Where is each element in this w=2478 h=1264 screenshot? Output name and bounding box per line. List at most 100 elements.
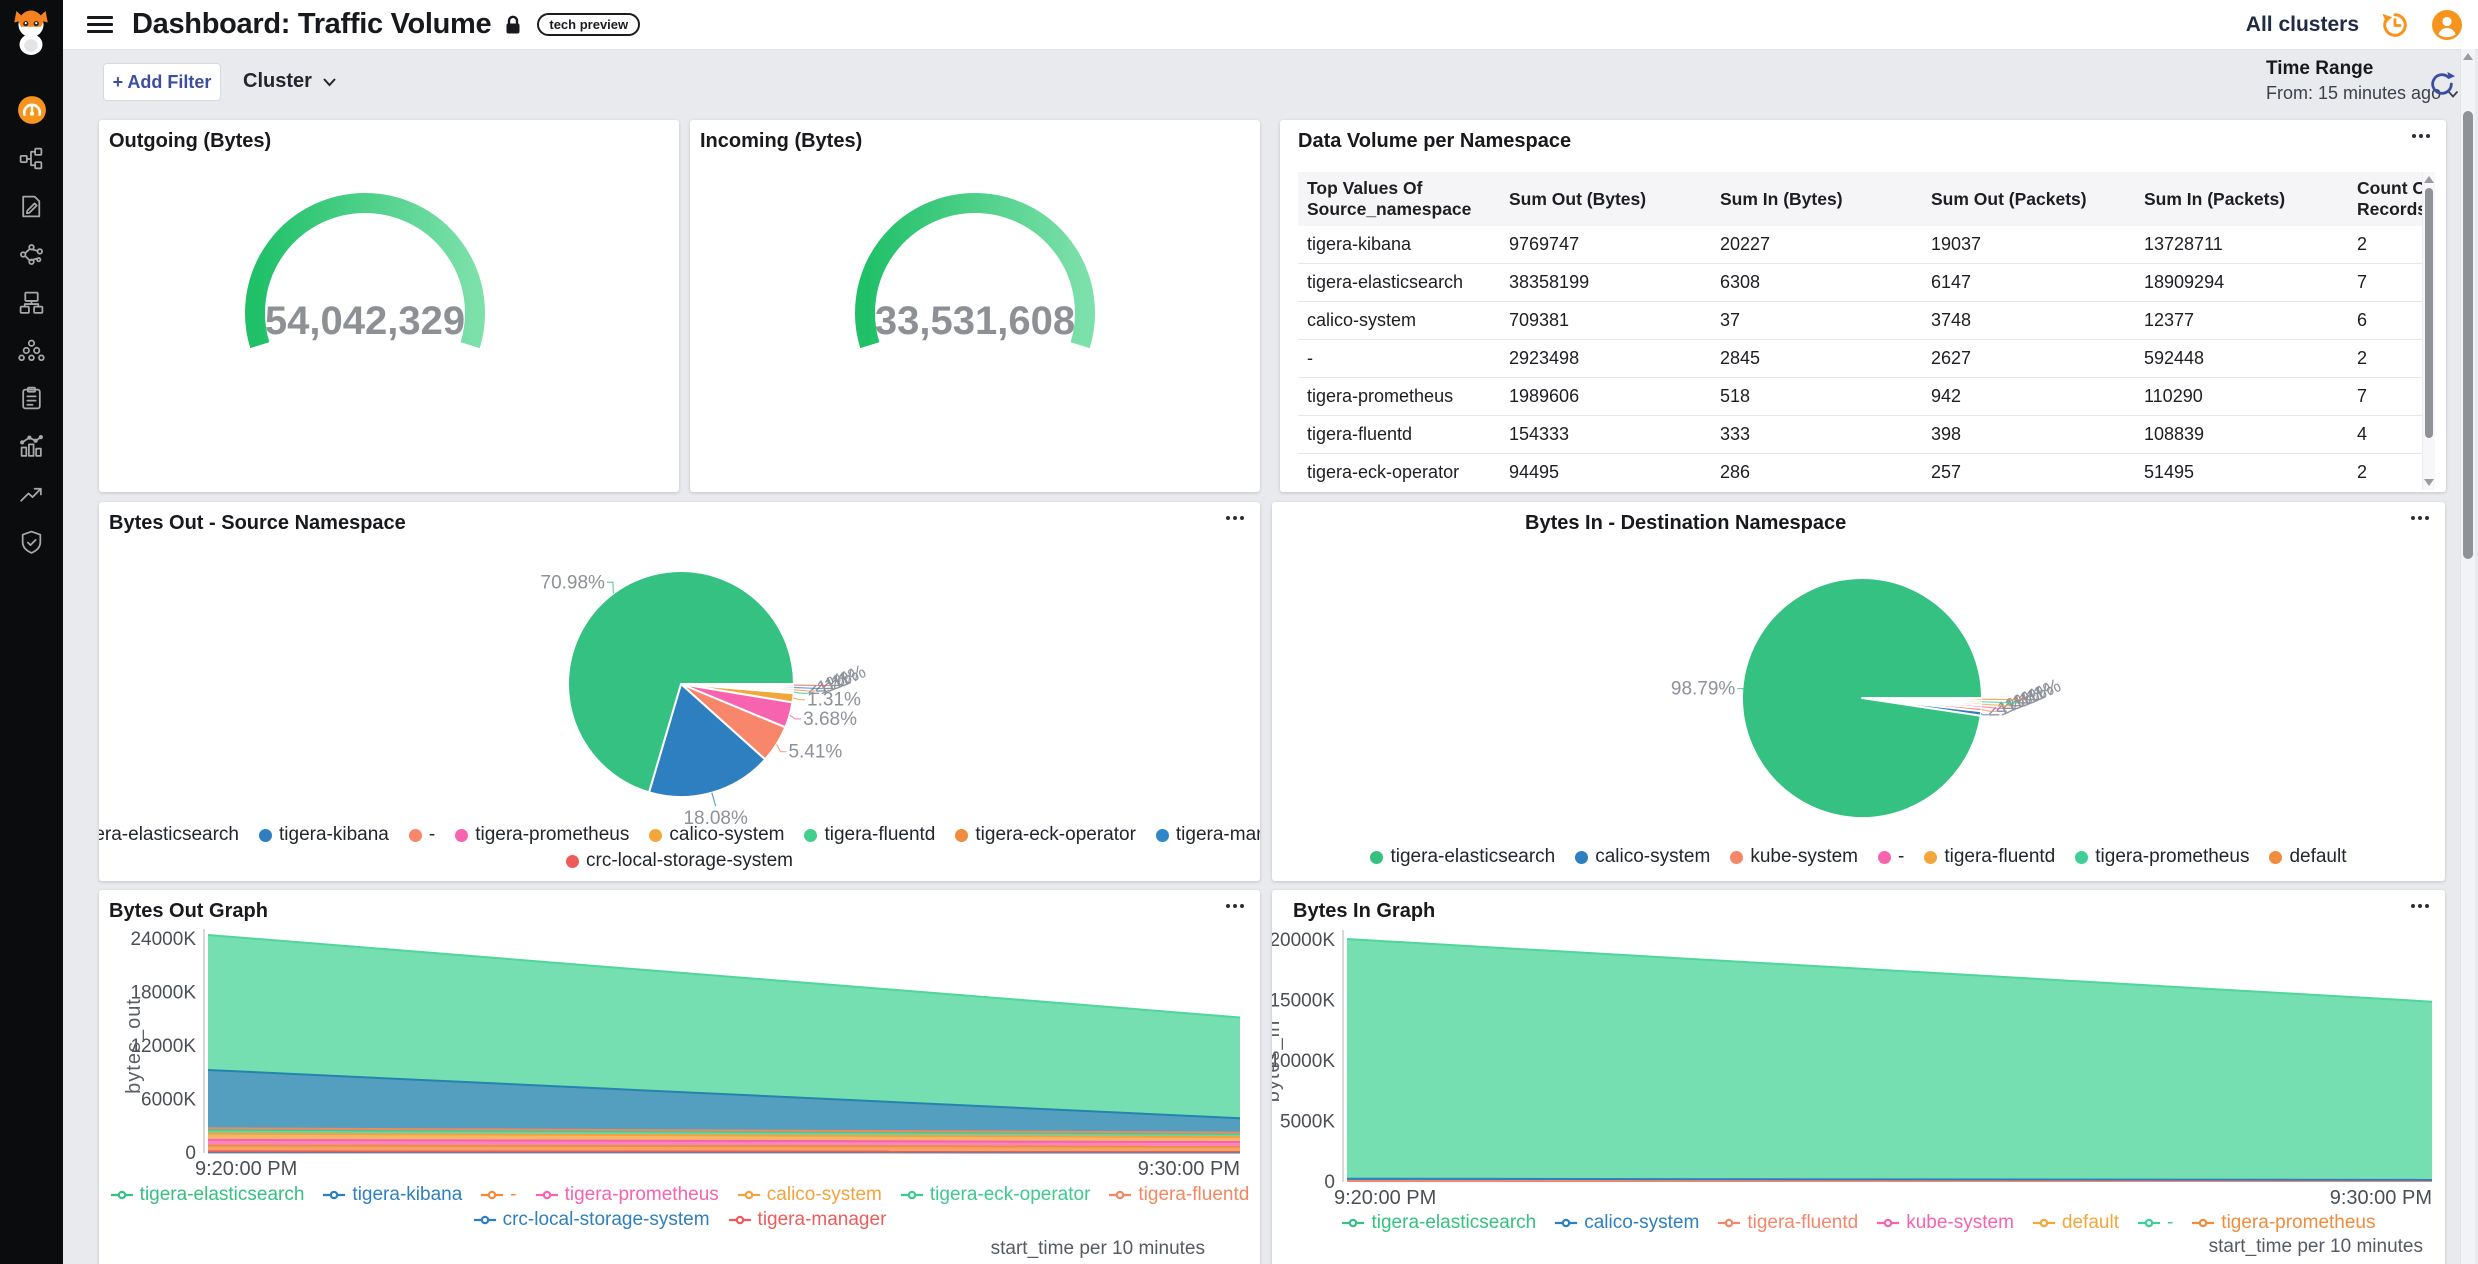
flow-visualization-icon[interactable]: [0, 230, 63, 278]
panel-data-volume-table: Data Volume per Namespace Top Values Of …: [1280, 120, 2446, 492]
legend-item-tigera-elasticsearch[interactable]: tigera-elasticsearch: [99, 824, 239, 846]
legend-line-marker: [1717, 1217, 1741, 1229]
table-row: tigera-eck-operator94495286257514952: [1298, 454, 2424, 491]
statistics-icon[interactable]: [0, 422, 63, 470]
legend-item-kube-system[interactable]: kube-system: [1730, 846, 1858, 868]
legend-item-tigera-prometheus[interactable]: tigera-prometheus: [455, 824, 629, 846]
legend-color-dot: [409, 829, 422, 842]
legend-item-calico-system[interactable]: calico-system: [649, 824, 784, 846]
legend-color-dot: [2075, 851, 2088, 864]
cluster-filter-dropdown[interactable]: Cluster: [243, 70, 337, 93]
scroll-down-icon[interactable]: [2424, 479, 2434, 486]
legend-item--[interactable]: -: [2137, 1212, 2173, 1234]
table-cell: 2: [2357, 340, 2424, 378]
user-avatar-icon[interactable]: [2431, 9, 2463, 41]
page-scrollbar[interactable]: [2460, 49, 2475, 1264]
table-column-header[interactable]: Sum Out (Packets): [1931, 172, 2144, 226]
table-cell: 94495: [1509, 454, 1720, 491]
legend-item-tigera-elasticsearch[interactable]: tigera-elasticsearch: [110, 1184, 305, 1206]
legend-color-dot: [1878, 851, 1891, 864]
legend-item-calico-system[interactable]: calico-system: [1554, 1212, 1699, 1234]
legend-item-tigera-eck-operator[interactable]: tigera-eck-operator: [955, 824, 1136, 846]
table-cell: 108839: [2144, 416, 2357, 454]
more-menu-icon[interactable]: [1226, 904, 1244, 908]
legend-item--[interactable]: -: [409, 824, 435, 846]
page-scrollbar-thumb[interactable]: [2463, 111, 2473, 559]
cluster-nodes-icon[interactable]: [0, 326, 63, 374]
legend-label: tigera-kibana: [279, 824, 389, 846]
table-cell: 7: [2357, 264, 2424, 302]
legend-item-tigera-prometheus[interactable]: tigera-prometheus: [2075, 846, 2249, 868]
legend-color-dot: [1156, 829, 1169, 842]
table-cell: 592448: [2144, 340, 2357, 378]
table-row: calico-system709381373748123776: [1298, 302, 2424, 340]
table-column-header[interactable]: Sum In (Packets): [2144, 172, 2357, 226]
calico-cat-logo[interactable]: [8, 8, 54, 60]
more-menu-icon[interactable]: [2412, 134, 2430, 138]
table-cell: -: [1298, 340, 1509, 378]
service-graph-icon[interactable]: [0, 134, 63, 182]
table-cell: 38358199: [1509, 264, 1720, 302]
network-topology-icon[interactable]: [0, 278, 63, 326]
legend-item-tigera-prometheus[interactable]: tigera-prometheus: [535, 1184, 719, 1206]
legend-item-tigera-fluentd[interactable]: tigera-fluentd: [1717, 1212, 1858, 1234]
legend-label: default: [2289, 846, 2346, 868]
table-column-header[interactable]: Top Values Of Source_namespace: [1298, 172, 1509, 226]
legend-item-tigera-eck-operator[interactable]: tigera-eck-operator: [900, 1184, 1091, 1206]
x-axis-tick-label: 9:20:00 PM: [195, 1158, 297, 1180]
legend-item-default[interactable]: default: [2269, 846, 2346, 868]
table-scrollbar-thumb[interactable]: [2425, 188, 2433, 438]
legend-item-calico-system[interactable]: calico-system: [1575, 846, 1710, 868]
panel-title: Incoming (Bytes): [700, 130, 862, 153]
legend-label: kube-system: [1906, 1212, 2014, 1234]
legend-item-crc-local-storage-system[interactable]: crc-local-storage-system: [473, 1209, 710, 1231]
hamburger-menu-icon[interactable]: [87, 12, 114, 37]
legend-item-tigera-manager[interactable]: tigera-manager: [1156, 824, 1260, 846]
legend-item--[interactable]: -: [1878, 846, 1904, 868]
table-cell: 18909294: [2144, 264, 2357, 302]
pie-slice-tigera-elasticsearch[interactable]: [1742, 578, 1982, 818]
table-cell: tigera-prometheus: [1298, 378, 1509, 416]
more-menu-icon[interactable]: [1226, 516, 1244, 520]
table-column-header[interactable]: Sum In (Bytes): [1720, 172, 1931, 226]
legend-item-tigera-fluentd[interactable]: tigera-fluentd: [1108, 1184, 1249, 1206]
legend-line-marker: [737, 1189, 761, 1201]
dashboard-gauge-icon[interactable]: [0, 86, 63, 134]
legend-item-kube-system[interactable]: kube-system: [1876, 1212, 2014, 1234]
cluster-scope-selector[interactable]: All clusters: [2246, 13, 2359, 37]
table-column-header[interactable]: Sum Out (Bytes): [1509, 172, 1720, 226]
policy-editor-icon[interactable]: [0, 182, 63, 230]
legend-item-tigera-elasticsearch[interactable]: tigera-elasticsearch: [1370, 846, 1555, 868]
table-column-header[interactable]: Count Of Records: [2357, 172, 2424, 226]
y-axis-title: bytes_in: [1272, 1020, 1284, 1103]
legend-item-tigera-kibana[interactable]: tigera-kibana: [322, 1184, 462, 1206]
compliance-reports-icon[interactable]: [0, 374, 63, 422]
security-shield-icon[interactable]: [0, 518, 63, 566]
table-scrollbar[interactable]: [2422, 172, 2435, 490]
legend-item--[interactable]: -: [480, 1184, 516, 1206]
legend-label: tigera-eck-operator: [975, 824, 1136, 846]
legend-item-calico-system[interactable]: calico-system: [737, 1184, 882, 1206]
more-menu-icon[interactable]: [2411, 904, 2429, 908]
table-cell: 3748: [1931, 302, 2144, 340]
more-menu-icon[interactable]: [2411, 516, 2429, 520]
legend-item-tigera-manager[interactable]: tigera-manager: [728, 1209, 887, 1231]
header-right: All clusters: [2246, 9, 2463, 41]
legend-item-crc-local-storage-system[interactable]: crc-local-storage-system: [566, 850, 793, 872]
refresh-icon[interactable]: [2428, 70, 2456, 98]
trends-icon[interactable]: [0, 470, 63, 518]
legend-item-tigera-fluentd[interactable]: tigera-fluentd: [804, 824, 935, 846]
scroll-up-icon[interactable]: [2424, 176, 2434, 183]
legend-item-tigera-elasticsearch[interactable]: tigera-elasticsearch: [1341, 1212, 1536, 1234]
y-axis-title: bytes_out: [123, 998, 145, 1094]
table-cell: tigera-fluentd: [1298, 416, 1509, 454]
legend-item-tigera-fluentd[interactable]: tigera-fluentd: [1924, 846, 2055, 868]
add-filter-button[interactable]: + Add Filter: [103, 63, 221, 101]
legend-item-default[interactable]: default: [2032, 1212, 2119, 1234]
history-icon[interactable]: [2381, 11, 2409, 39]
legend-item-tigera-prometheus[interactable]: tigera-prometheus: [2191, 1212, 2375, 1234]
y-axis-tick-label: 6000K: [141, 1090, 196, 1111]
scroll-up-icon[interactable]: [2463, 53, 2473, 60]
legend-item-tigera-kibana[interactable]: tigera-kibana: [259, 824, 389, 846]
table-row: -2923498284526275924482: [1298, 340, 2424, 378]
